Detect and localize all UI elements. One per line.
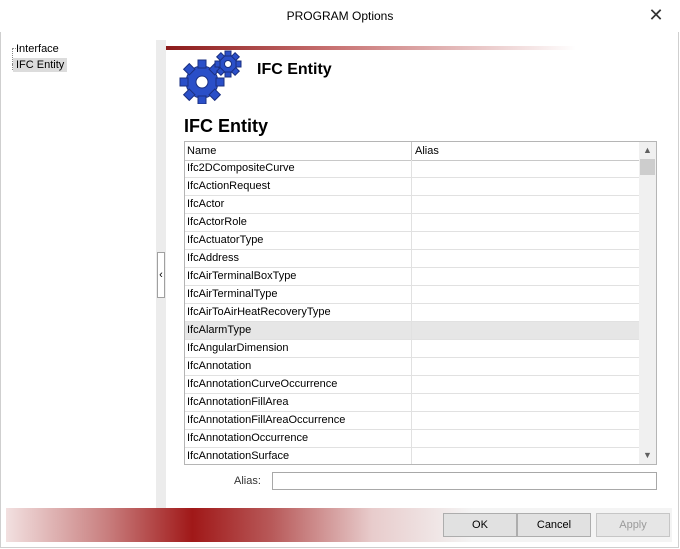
cell-alias[interactable]	[412, 286, 639, 303]
cell-alias[interactable]	[412, 304, 639, 321]
cell-alias[interactable]	[412, 376, 639, 393]
table-row[interactable]: IfcAngularDimension	[185, 340, 639, 358]
table-row[interactable]: IfcAnnotationOccurrence	[185, 430, 639, 448]
alias-input[interactable]	[272, 472, 657, 490]
cell-name[interactable]: IfcAddress	[185, 250, 412, 267]
tree-item-interface[interactable]: Interface	[13, 42, 62, 56]
grid-header: Name Alias	[185, 142, 639, 161]
cell-name[interactable]: Ifc2DCompositeCurve	[185, 160, 412, 177]
cell-name[interactable]: IfcActionRequest	[185, 178, 412, 195]
table-row[interactable]: IfcActionRequest	[185, 178, 639, 196]
alias-label: Alias:	[234, 475, 261, 487]
cell-name[interactable]: IfcAlarmType	[185, 322, 412, 339]
cell-alias[interactable]	[412, 412, 639, 429]
cell-name[interactable]: IfcAnnotation	[185, 358, 412, 375]
chevron-left-icon[interactable]: ‹	[157, 252, 165, 298]
cell-alias[interactable]	[412, 448, 639, 464]
grid-rows: Ifc2DCompositeCurve IfcActionRequest IfcAc…	[185, 160, 639, 464]
window-title: PROGRAM Options	[286, 9, 394, 23]
cell-alias[interactable]	[412, 250, 639, 267]
table-row[interactable]: IfcActor	[185, 196, 639, 214]
section-title: IFC Entity	[184, 116, 268, 136]
table-row[interactable]: IfcAirTerminalType	[185, 286, 639, 304]
tree-item-ifc-entity[interactable]: IFC Entity	[13, 58, 68, 72]
cell-alias[interactable]	[412, 340, 639, 357]
cell-alias[interactable]	[412, 178, 639, 195]
entity-grid[interactable]: Name Alias Ifc2DCompositeCurve IfcActionR…	[184, 141, 657, 465]
apply-button[interactable]: Apply	[596, 513, 670, 537]
cell-name[interactable]: IfcAirTerminalType	[185, 286, 412, 303]
vertical-scrollbar[interactable]: ▲ ▼	[639, 142, 656, 464]
table-row[interactable]: IfcAnnotationCurveOccurrence	[185, 376, 639, 394]
cell-alias[interactable]	[412, 394, 639, 411]
table-row[interactable]: IfcActorRole	[185, 214, 639, 232]
cell-name[interactable]: IfcActor	[185, 196, 412, 213]
column-header-alias[interactable]: Alias	[412, 142, 639, 160]
cell-alias[interactable]	[412, 268, 639, 285]
cell-name[interactable]: IfcAnnotationOccurrence	[185, 430, 412, 447]
cell-name[interactable]: IfcActorRole	[185, 214, 412, 231]
cell-name[interactable]: IfcAnnotationSurface	[185, 448, 412, 464]
table-row[interactable]: Ifc2DCompositeCurve	[185, 160, 639, 178]
cell-name[interactable]: IfcAngularDimension	[185, 340, 412, 357]
ok-button[interactable]: OK	[443, 513, 517, 537]
cell-name[interactable]: IfcAirTerminalBoxType	[185, 268, 412, 285]
cell-alias[interactable]	[412, 430, 639, 447]
gears-icon	[179, 50, 242, 104]
table-row[interactable]: IfcActuatorType	[185, 232, 639, 250]
close-icon[interactable]: ✕	[646, 5, 666, 25]
scroll-up-icon[interactable]: ▲	[639, 142, 656, 159]
column-header-name[interactable]: Name	[185, 142, 412, 160]
cell-alias[interactable]	[412, 196, 639, 213]
table-row[interactable]: IfcAnnotation	[185, 358, 639, 376]
cell-alias[interactable]	[412, 160, 639, 177]
table-row[interactable]: IfcAnnotationSurface	[185, 448, 639, 464]
cell-name[interactable]: IfcAnnotationFillAreaOccurrence	[185, 412, 412, 429]
options-tree	[6, 40, 157, 508]
scroll-down-icon[interactable]: ▼	[639, 447, 656, 464]
table-row[interactable]: IfcAlarmType	[185, 322, 639, 340]
cell-alias[interactable]	[412, 358, 639, 375]
cell-alias[interactable]	[412, 322, 639, 339]
cell-alias[interactable]	[412, 232, 639, 249]
title-bar: PROGRAM Options ✕	[0, 0, 680, 32]
scroll-thumb[interactable]	[640, 159, 655, 175]
table-row[interactable]: IfcAddress	[185, 250, 639, 268]
header-title: IFC Entity	[257, 61, 332, 78]
cancel-button[interactable]: Cancel	[517, 513, 591, 537]
cell-name[interactable]: IfcActuatorType	[185, 232, 412, 249]
table-row[interactable]: IfcAnnotationFillAreaOccurrence	[185, 412, 639, 430]
cell-name[interactable]: IfcAirToAirHeatRecoveryType	[185, 304, 412, 321]
table-row[interactable]: IfcAirToAirHeatRecoveryType	[185, 304, 639, 322]
cell-name[interactable]: IfcAnnotationFillArea	[185, 394, 412, 411]
table-row[interactable]: IfcAnnotationFillArea	[185, 394, 639, 412]
cell-name[interactable]: IfcAnnotationCurveOccurrence	[185, 376, 412, 393]
cell-alias[interactable]	[412, 214, 639, 231]
table-row[interactable]: IfcAirTerminalBoxType	[185, 268, 639, 286]
